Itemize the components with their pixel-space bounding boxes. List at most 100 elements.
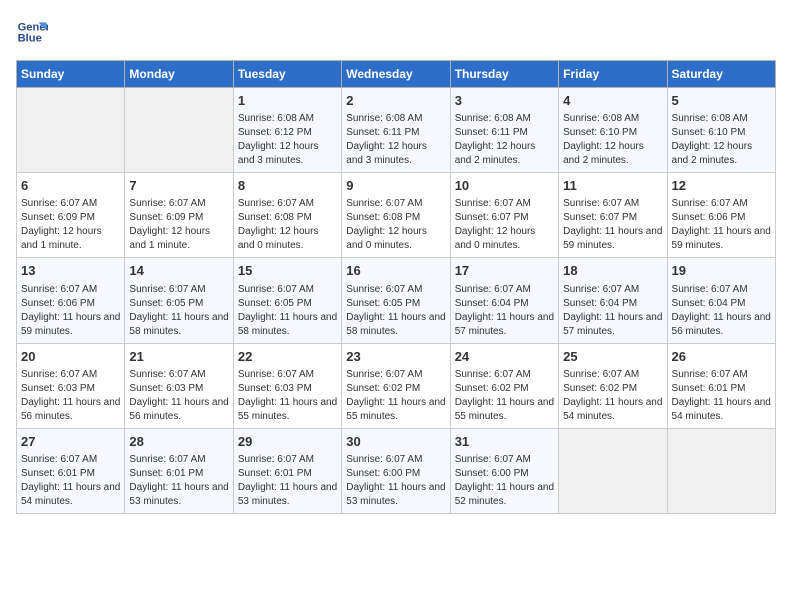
day-info: Sunrise: 6:07 AM Sunset: 6:07 PM Dayligh… [455, 197, 554, 253]
calendar-cell: 4 Sunrise: 6:08 AM Sunset: 6:10 PM Daylig… [559, 88, 667, 173]
day-number: 17 [455, 262, 554, 280]
day-number: 16 [346, 262, 445, 280]
calendar-cell [17, 88, 125, 173]
day-number: 26 [672, 348, 771, 366]
calendar-cell: 20Sunrise: 6:07 AM Sunset: 6:03 PM Dayli… [17, 343, 125, 428]
calendar-cell: 2Sunrise: 6:08 AM Sunset: 6:11 PM Daylig… [342, 88, 450, 173]
day-info: Sunrise: 6:07 AM Sunset: 6:05 PM Dayligh… [238, 283, 337, 339]
day-info: Sunrise: 6:08 AM Sunset: 6:11 PM Dayligh… [455, 112, 554, 168]
calendar-cell: 3 Sunrise: 6:08 AM Sunset: 6:11 PM Daylig… [450, 88, 558, 173]
day-number: 11 [563, 177, 662, 195]
calendar-cell: 29 Sunrise: 6:07 AM Sunset: 6:01 PM Dayli… [233, 428, 341, 513]
day-info: Sunrise: 6:07 AM Sunset: 6:08 PM Dayligh… [346, 197, 445, 253]
day-header-wednesday: Wednesday [342, 61, 450, 88]
day-number: 24 [455, 348, 554, 366]
calendar-cell: 8Sunrise: 6:07 AM Sunset: 6:08 PM Daylig… [233, 173, 341, 258]
day-info: Sunrise: 6:07 AM Sunset: 6:05 PM Dayligh… [129, 283, 228, 339]
day-number: 30 [346, 433, 445, 451]
day-header-monday: Monday [125, 61, 233, 88]
logo: General Blue [16, 16, 52, 48]
calendar-cell: 14 Sunrise: 6:07 AM Sunset: 6:05 PM Dayli… [125, 258, 233, 343]
day-header-friday: Friday [559, 61, 667, 88]
day-info: Sunrise: 6:08 AM Sunset: 6:12 PM Dayligh… [238, 112, 337, 168]
day-info: Sunrise: 6:08 AM Sunset: 6:10 PM Dayligh… [672, 112, 771, 168]
calendar-cell: 5Sunrise: 6:08 AM Sunset: 6:10 PM Daylig… [667, 88, 775, 173]
day-info: Sunrise: 6:07 AM Sunset: 6:00 PM Dayligh… [346, 453, 445, 509]
day-number: 3 [455, 92, 554, 110]
day-info: Sunrise: 6:07 AM Sunset: 6:06 PM Dayligh… [21, 283, 120, 339]
day-info: Sunrise: 6:07 AM Sunset: 6:02 PM Dayligh… [455, 368, 554, 424]
day-number: 20 [21, 348, 120, 366]
day-number: 13 [21, 262, 120, 280]
day-info: Sunrise: 6:07 AM Sunset: 6:03 PM Dayligh… [238, 368, 337, 424]
day-info: Sunrise: 6:07 AM Sunset: 6:01 PM Dayligh… [672, 368, 771, 424]
calendar-cell: 1 Sunrise: 6:08 AM Sunset: 6:12 PM Daylig… [233, 88, 341, 173]
calendar-cell: 24 Sunrise: 6:07 AM Sunset: 6:02 PM Dayli… [450, 343, 558, 428]
calendar-cell: 7 Sunrise: 6:07 AM Sunset: 6:09 PM Daylig… [125, 173, 233, 258]
day-info: Sunrise: 6:07 AM Sunset: 6:00 PM Dayligh… [455, 453, 554, 509]
calendar-cell: 18 Sunrise: 6:07 AM Sunset: 6:04 PM Dayli… [559, 258, 667, 343]
day-number: 12 [672, 177, 771, 195]
calendar-cell: 19Sunrise: 6:07 AM Sunset: 6:04 PM Dayli… [667, 258, 775, 343]
day-number: 2 [346, 92, 445, 110]
calendar-cell [667, 428, 775, 513]
day-number: 14 [129, 262, 228, 280]
day-header-sunday: Sunday [17, 61, 125, 88]
calendar-cell: 13 Sunrise: 6:07 AM Sunset: 6:06 PM Dayli… [17, 258, 125, 343]
calendar-cell: 11 Sunrise: 6:07 AM Sunset: 6:07 PM Dayli… [559, 173, 667, 258]
calendar-cell: 23 Sunrise: 6:07 AM Sunset: 6:02 PM Dayli… [342, 343, 450, 428]
logo-icon: General Blue [16, 16, 48, 48]
day-number: 10 [455, 177, 554, 195]
calendar-table: SundayMondayTuesdayWednesdayThursdayFrid… [16, 60, 776, 514]
day-number: 28 [129, 433, 228, 451]
day-number: 22 [238, 348, 337, 366]
calendar-week-row: 20 Sunrise: 6:07 AM Sunset: 6:03 PM Dayli… [17, 343, 776, 428]
calendar-cell: 16 Sunrise: 6:07 AM Sunset: 6:05 PM Dayli… [342, 258, 450, 343]
day-number: 25 [563, 348, 662, 366]
page-header: General Blue [16, 16, 776, 48]
day-info: Sunrise: 6:07 AM Sunset: 6:01 PM Dayligh… [21, 453, 120, 509]
calendar-week-row: 13 Sunrise: 6:07 AM Sunset: 6:06 PM Dayli… [17, 258, 776, 343]
day-number: 31 [455, 433, 554, 451]
calendar-cell: 9 Sunrise: 6:07 AM Sunset: 6:08 PM Daylig… [342, 173, 450, 258]
day-number: 7 [129, 177, 228, 195]
day-info: Sunrise: 6:07 AM Sunset: 6:09 PM Dayligh… [129, 197, 228, 253]
calendar-week-row: 6 Sunrise: 6:07 AM Sunset: 6:09 PM Daylig… [17, 173, 776, 258]
day-info: Sunrise: 6:07 AM Sunset: 6:06 PM Dayligh… [672, 197, 771, 253]
day-number: 1 [238, 92, 337, 110]
day-header-thursday: Thursday [450, 61, 558, 88]
day-info: Sunrise: 6:07 AM Sunset: 6:01 PM Dayligh… [129, 453, 228, 509]
calendar-cell: 10 Sunrise: 6:07 AM Sunset: 6:07 PM Dayli… [450, 173, 558, 258]
day-header-tuesday: Tuesday [233, 61, 341, 88]
day-number: 19 [672, 262, 771, 280]
day-info: Sunrise: 6:07 AM Sunset: 6:02 PM Dayligh… [563, 368, 662, 424]
calendar-cell: 28 Sunrise: 6:07 AM Sunset: 6:01 PM Dayli… [125, 428, 233, 513]
day-info: Sunrise: 6:07 AM Sunset: 6:09 PM Dayligh… [21, 197, 120, 253]
calendar-week-row: 1 Sunrise: 6:08 AM Sunset: 6:12 PM Daylig… [17, 88, 776, 173]
day-number: 18 [563, 262, 662, 280]
day-info: Sunrise: 6:07 AM Sunset: 6:04 PM Dayligh… [563, 283, 662, 339]
day-number: 23 [346, 348, 445, 366]
calendar-cell: 25 Sunrise: 6:07 AM Sunset: 6:02 PM Dayli… [559, 343, 667, 428]
day-info: Sunrise: 6:07 AM Sunset: 6:02 PM Dayligh… [346, 368, 445, 424]
calendar-cell: 22 Sunrise: 6:07 AM Sunset: 6:03 PM Dayli… [233, 343, 341, 428]
day-info: Sunrise: 6:07 AM Sunset: 6:07 PM Dayligh… [563, 197, 662, 253]
calendar-header-row: SundayMondayTuesdayWednesdayThursdayFrid… [17, 61, 776, 88]
calendar-cell: 31 Sunrise: 6:07 AM Sunset: 6:00 PM Dayli… [450, 428, 558, 513]
day-info: Sunrise: 6:08 AM Sunset: 6:10 PM Dayligh… [563, 112, 662, 168]
day-number: 29 [238, 433, 337, 451]
day-info: Sunrise: 6:07 AM Sunset: 6:05 PM Dayligh… [346, 283, 445, 339]
day-header-saturday: Saturday [667, 61, 775, 88]
calendar-cell: 6 Sunrise: 6:07 AM Sunset: 6:09 PM Daylig… [17, 173, 125, 258]
day-number: 9 [346, 177, 445, 195]
day-info: Sunrise: 6:07 AM Sunset: 6:03 PM Dayligh… [129, 368, 228, 424]
calendar-cell [559, 428, 667, 513]
day-number: 6 [21, 177, 120, 195]
day-number: 21 [129, 348, 228, 366]
day-info: Sunrise: 6:07 AM Sunset: 6:01 PM Dayligh… [238, 453, 337, 509]
day-number: 8 [238, 177, 337, 195]
svg-text:Blue: Blue [18, 33, 42, 45]
calendar-cell: 27Sunrise: 6:07 AM Sunset: 6:01 PM Dayli… [17, 428, 125, 513]
calendar-cell [125, 88, 233, 173]
day-number: 4 [563, 92, 662, 110]
